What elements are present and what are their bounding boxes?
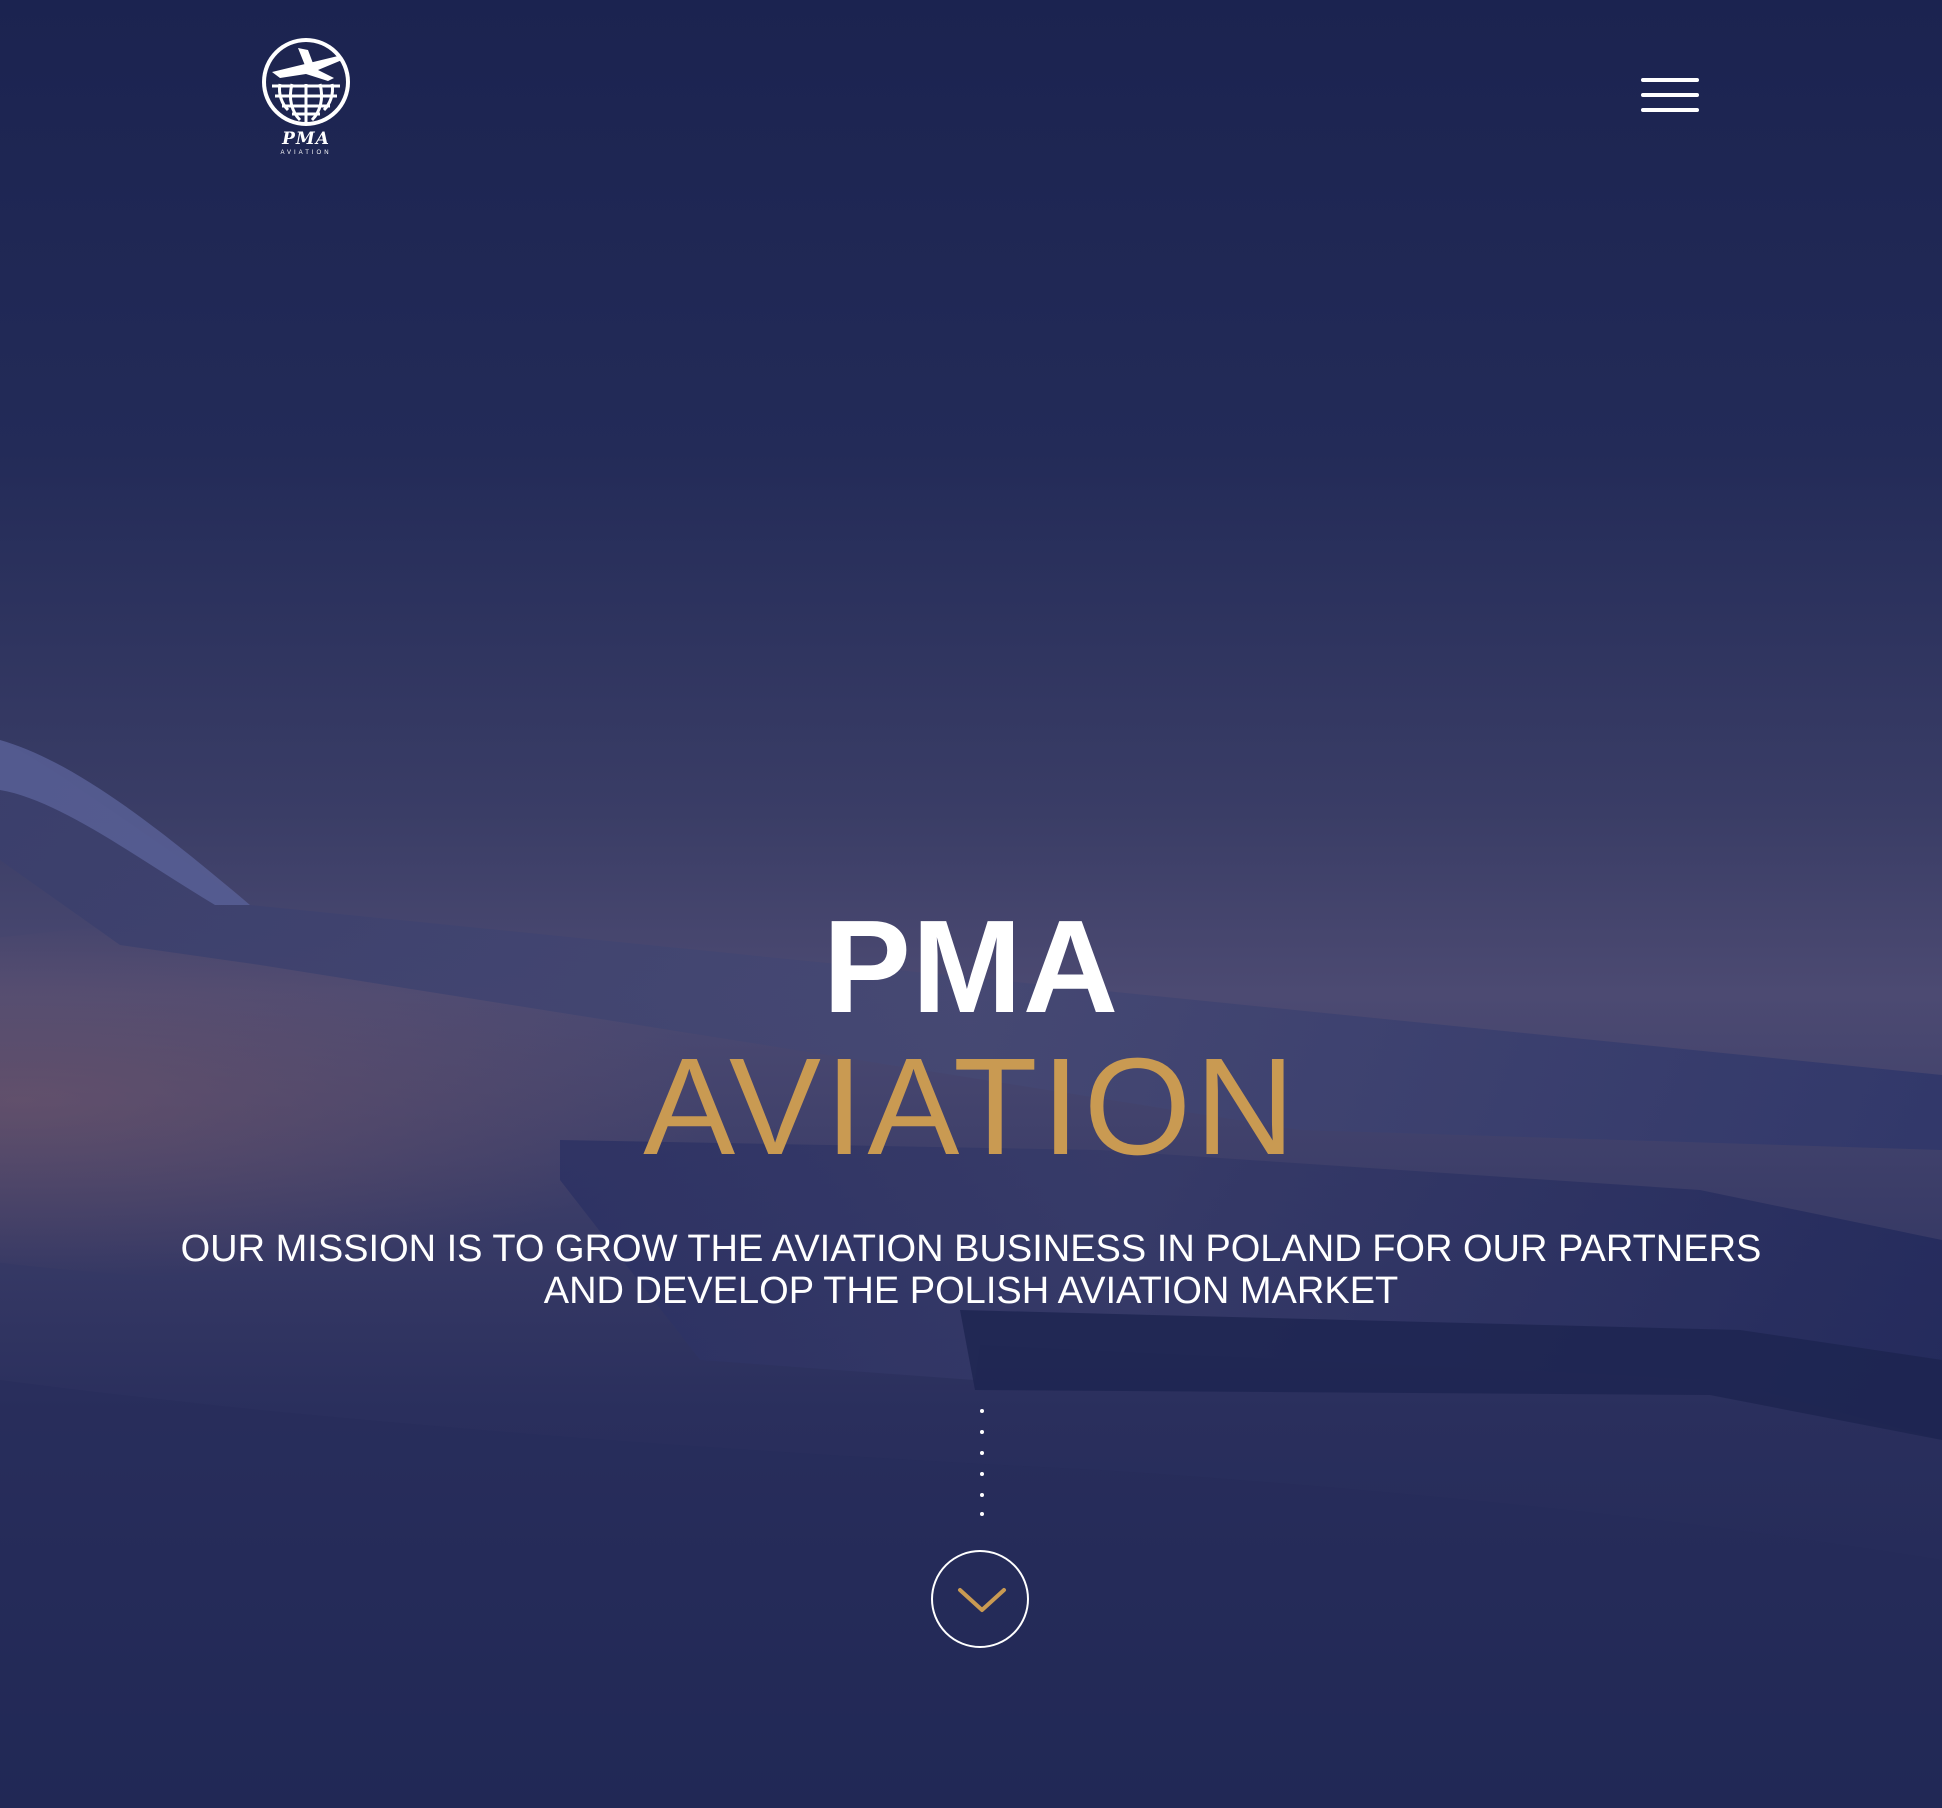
- globe-airplane-logo-icon: [262, 38, 350, 126]
- logo-wordmark: PMA: [282, 129, 330, 149]
- hero-title: PMA: [822, 893, 1120, 1040]
- hamburger-menu-bar-middle: [1641, 93, 1699, 97]
- chevron-down-icon: [958, 1588, 1006, 1612]
- hero-subtitle: AVIATION: [643, 1030, 1299, 1184]
- pma-aviation-logo[interactable]: PMA AVIATION: [258, 34, 354, 160]
- scroll-dotted-line: [980, 1409, 984, 1516]
- hero-section: PMA AVIATION PMA AVIATION OUR MISSION IS…: [0, 0, 1942, 1808]
- hamburger-menu-button[interactable]: [1636, 76, 1704, 116]
- mission-line-1: OUR MISSION IS TO GROW THE AVIATION BUSI…: [180, 1228, 1762, 1270]
- hamburger-menu-icon: [1641, 78, 1699, 82]
- mission-line-2: AND DEVELOP THE POLISH AVIATION MARKET: [543, 1270, 1399, 1312]
- scroll-down-button[interactable]: [931, 1550, 1029, 1648]
- logo-subtext: AVIATION: [280, 150, 332, 156]
- mission-statement: OUR MISSION IS TO GROW THE AVIATION BUSI…: [100, 1228, 1842, 1312]
- hamburger-menu-bar-bottom: [1641, 108, 1699, 112]
